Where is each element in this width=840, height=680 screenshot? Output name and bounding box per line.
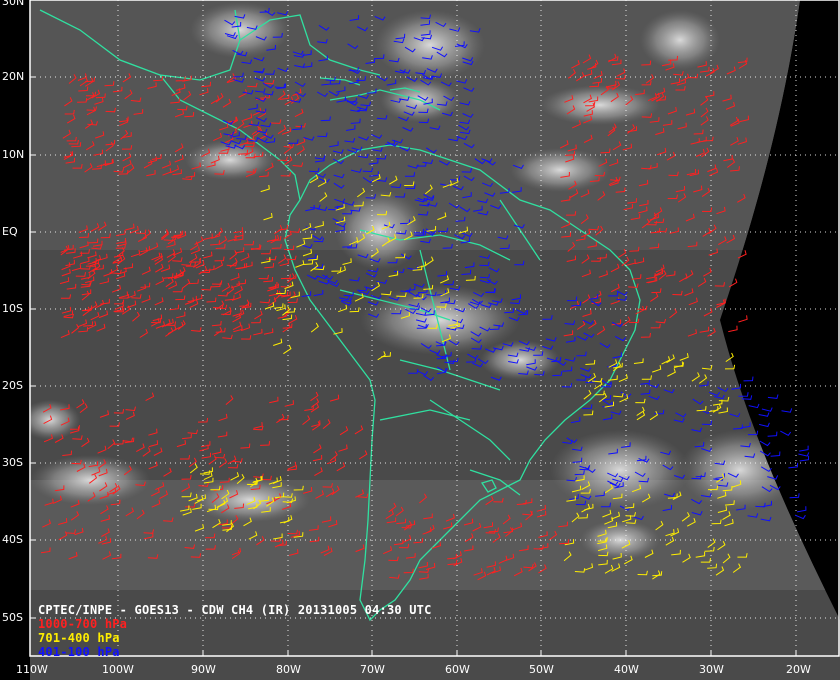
legend-low-level: 1000-700 hPa: [38, 617, 128, 631]
lat-label-eq: EQ: [2, 225, 18, 238]
wind-barb: [767, 431, 778, 437]
lon-label-20w: 20W: [786, 663, 811, 676]
legend-mid-level: 701-400 hPa: [38, 631, 120, 645]
lat-label-40s: 40S: [2, 533, 23, 546]
lat-label-20n: 20N: [2, 70, 25, 83]
map-canvas: [29, 0, 840, 680]
wind-barb: [798, 452, 810, 457]
wind-barb: [758, 412, 770, 417]
wind-barb: [748, 403, 760, 409]
satellite-wind-map: 30N 20N 10N EQ 10S 20S 30S 40S 50S 110W …: [0, 0, 840, 680]
lon-label-70w: 70W: [360, 663, 385, 676]
wind-barb: [799, 445, 809, 452]
lon-label-60w: 60W: [445, 663, 470, 676]
wind-barb: [781, 408, 793, 413]
wind-barb: [780, 430, 792, 436]
wind-barb: [743, 376, 754, 382]
lon-label-80w: 80W: [276, 663, 301, 676]
lon-label-100w: 100W: [102, 663, 134, 676]
satellite-image: [30, 0, 840, 680]
wind-barb: [767, 394, 779, 399]
wind-barb: [789, 493, 800, 499]
lon-label-30w: 30W: [699, 663, 724, 676]
wind-barb: [794, 514, 806, 520]
lon-label-40w: 40W: [614, 663, 639, 676]
wind-barb: [770, 451, 781, 457]
lat-label-10s: 10S: [2, 302, 23, 315]
lat-label-20s: 20S: [2, 379, 23, 392]
lat-label-30n: 30N: [2, 0, 25, 8]
image-title: CPTEC/INPE - GOES13 - CDW CH4 (IR) 20131…: [38, 603, 432, 617]
wind-barb: [758, 422, 770, 428]
lon-label-90w: 90W: [191, 663, 216, 676]
wind-barb: [797, 506, 807, 513]
wind-barb: [761, 407, 773, 412]
lon-label-110w: 110W: [16, 663, 48, 676]
wind-barb: [728, 325, 738, 333]
lat-label-50s: 50S: [2, 611, 23, 624]
wind-barb: [759, 440, 771, 447]
wind-barb: [738, 315, 748, 323]
lat-label-30s: 30S: [2, 456, 23, 469]
legend-high-level: 401-100 hPa: [38, 645, 120, 659]
lat-label-10n: 10N: [2, 148, 25, 161]
lon-label-50w: 50W: [529, 663, 554, 676]
